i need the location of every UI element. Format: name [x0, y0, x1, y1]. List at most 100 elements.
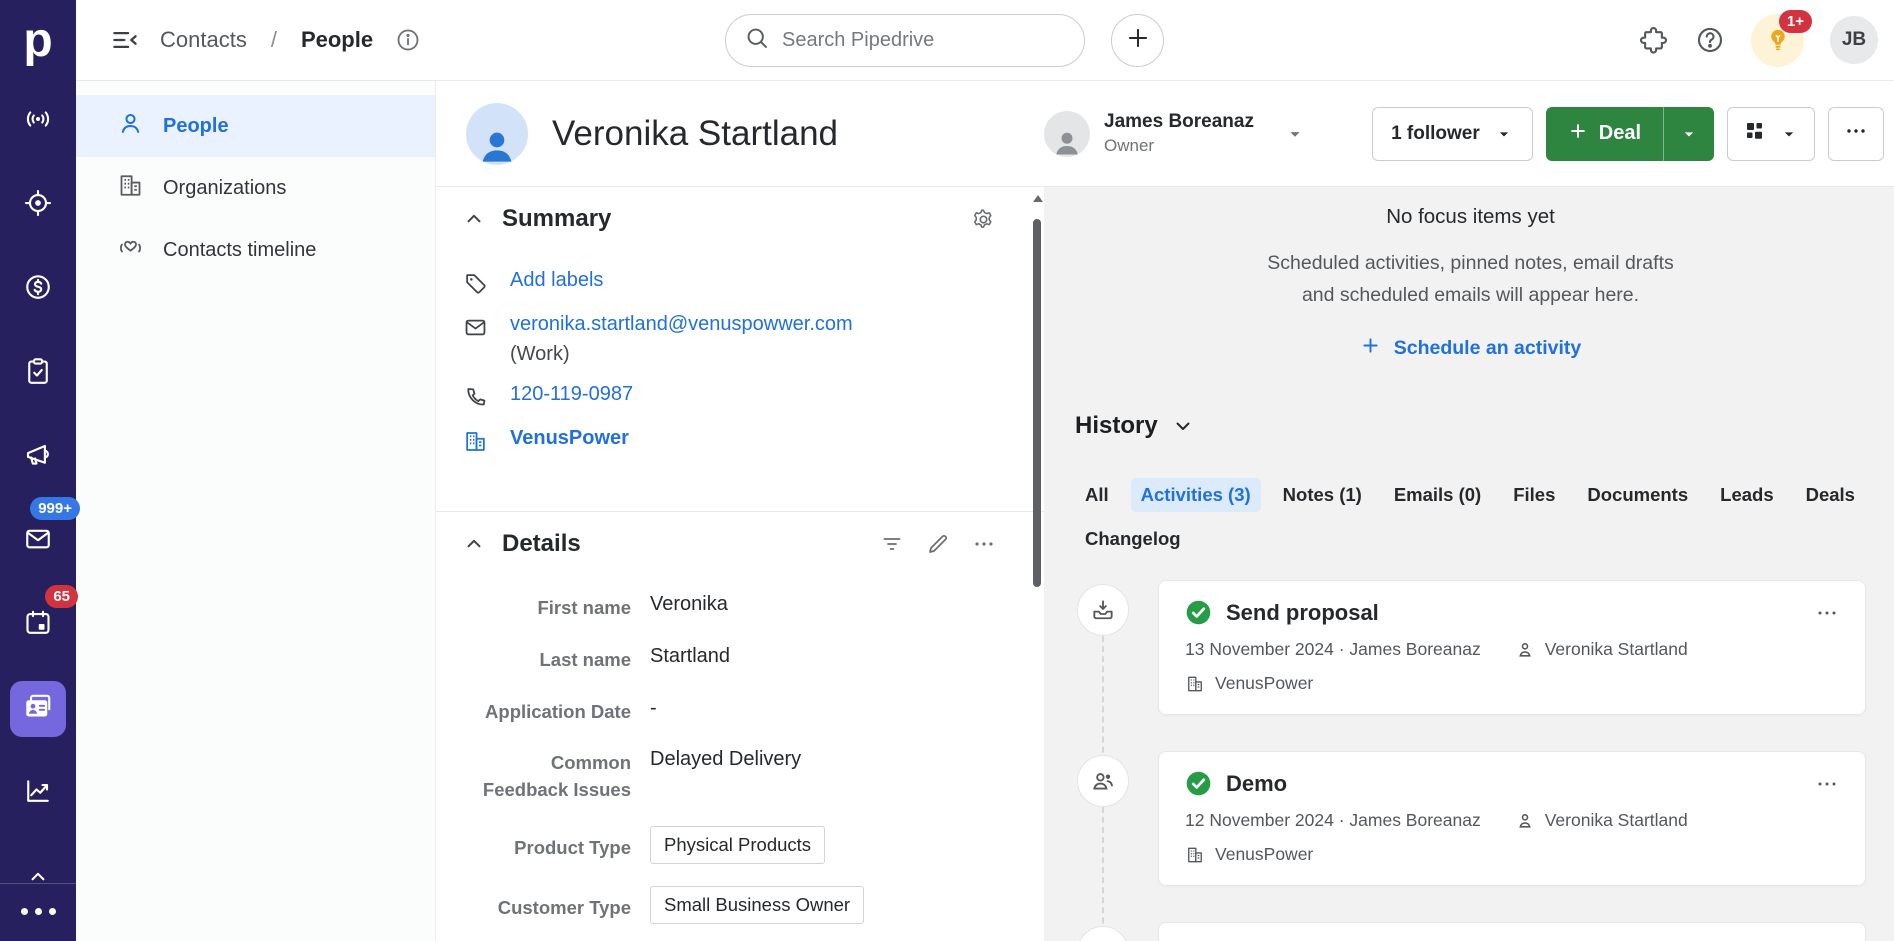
rail-collapse-up-icon[interactable]	[25, 863, 51, 881]
followers-label: 1 follower	[1391, 123, 1480, 145]
info-icon[interactable]	[395, 27, 421, 53]
activity-card[interactable]: Send proposal 13 November 2024 · James B…	[1158, 580, 1866, 715]
focus-empty-title: No focus items yet	[1075, 205, 1866, 229]
tab-all[interactable]: All	[1075, 478, 1119, 512]
marketplace-puzzle-icon[interactable]	[1639, 25, 1669, 55]
labels-row: Add labels	[463, 269, 996, 296]
card-more-icon[interactable]	[1815, 601, 1839, 625]
followers-button[interactable]: 1 follower	[1372, 107, 1533, 161]
ellipsis-icon[interactable]	[972, 532, 996, 556]
done-check-icon[interactable]	[1185, 770, 1212, 797]
quick-add-button[interactable]	[1111, 14, 1164, 67]
megaphone-icon	[23, 440, 53, 475]
tab-notes[interactable]: Notes (1)	[1273, 478, 1372, 512]
schedule-activity-link[interactable]: Schedule an activity	[1360, 335, 1582, 362]
rail-item-mail[interactable]: 999+	[10, 513, 66, 569]
rail-item-activities[interactable]	[10, 345, 66, 401]
card-more-icon[interactable]	[1815, 772, 1839, 796]
rail-item-forecast[interactable]	[10, 261, 66, 317]
pencil-icon[interactable]	[926, 532, 950, 556]
chevron-down-icon	[1284, 123, 1306, 145]
owner-selector[interactable]: James Boreanaz Owner	[1044, 111, 1306, 157]
organization-link[interactable]: VenusPower	[510, 427, 629, 450]
breadcrumb-page[interactable]: People	[301, 27, 373, 53]
rail-more-icon[interactable]	[21, 884, 56, 941]
header-more-button[interactable]	[1828, 107, 1884, 161]
add-labels-link[interactable]: Add labels	[510, 269, 603, 292]
deal-label: Deal	[1599, 122, 1641, 145]
detail-pane-scrollbar[interactable]	[1030, 187, 1044, 941]
activity-person[interactable]: Veronika Startland	[1545, 810, 1688, 831]
field-label: First name	[463, 592, 631, 622]
history-section-toggle[interactable]: History	[1075, 412, 1866, 440]
field-value-chip[interactable]: Physical Products	[650, 826, 825, 864]
activity-person[interactable]: Veronika Startland	[1545, 639, 1688, 660]
plus-icon	[1125, 25, 1151, 56]
collapse-section-icon[interactable]	[463, 533, 485, 555]
activity-organization[interactable]: VenusPower	[1215, 844, 1313, 865]
collapse-sidebar-icon[interactable]	[110, 25, 140, 55]
tab-documents[interactable]: Documents	[1577, 478, 1698, 512]
plus-icon	[1360, 335, 1381, 362]
activity-card[interactable]: First contact	[1158, 922, 1866, 941]
rail-item-calendar[interactable]: 65	[10, 597, 66, 653]
done-check-icon[interactable]	[1185, 599, 1212, 626]
person-icon	[1515, 811, 1535, 831]
history-title: History	[1075, 412, 1158, 440]
sidebar-item-people[interactable]: People	[76, 95, 435, 157]
chevron-down-icon	[1779, 124, 1799, 144]
search-input[interactable]	[782, 29, 1066, 52]
tab-emails[interactable]: Emails (0)	[1384, 478, 1491, 512]
details-title: Details	[502, 530, 581, 558]
rail-item-insights[interactable]	[10, 765, 66, 821]
field-value[interactable]: Veronika	[650, 592, 728, 616]
field-value[interactable]: -	[650, 696, 657, 720]
scrollbar-thumb[interactable]	[1033, 219, 1041, 587]
tab-activities[interactable]: Activities (3)	[1131, 478, 1261, 512]
help-icon[interactable]	[1695, 25, 1725, 55]
rail-item-deals[interactable]	[10, 177, 66, 233]
sidebar-item-organizations[interactable]: Organizations	[76, 157, 435, 219]
activity-organization[interactable]: VenusPower	[1215, 673, 1313, 694]
deal-dropdown-button[interactable]	[1664, 107, 1714, 161]
suggestions-bulb-icon[interactable]: 1+	[1751, 14, 1804, 67]
activity-card[interactable]: Demo 12 November 2024 · James Boreanaz V…	[1158, 751, 1866, 886]
field-row: First name Veronika	[463, 592, 996, 622]
history-timeline: Send proposal 13 November 2024 · James B…	[1075, 580, 1866, 941]
add-deal-button[interactable]: Deal	[1546, 107, 1714, 161]
tab-changelog[interactable]: Changelog	[1075, 522, 1191, 556]
activity-item: Send proposal 13 November 2024 · James B…	[1158, 580, 1866, 715]
rail-item-campaigns[interactable]	[10, 429, 66, 485]
mail-badge: 999+	[30, 497, 80, 520]
global-search[interactable]	[725, 14, 1085, 67]
phone-link[interactable]: 120-119-0987	[510, 383, 633, 406]
layout-view-button[interactable]	[1727, 107, 1815, 161]
field-label: Customer Type	[463, 886, 631, 922]
rail-item-leads[interactable]	[10, 93, 66, 149]
field-value[interactable]: Startland	[650, 644, 730, 668]
tab-leads[interactable]: Leads	[1710, 478, 1783, 512]
collapse-section-icon[interactable]	[463, 208, 485, 230]
person-name: Veronika Startland	[552, 114, 838, 154]
scroll-up-arrow[interactable]	[1033, 195, 1043, 202]
field-value-chip[interactable]: Small Business Owner	[650, 886, 864, 924]
field-row: Last name Startland	[463, 644, 996, 674]
breadcrumb-separator: /	[271, 27, 277, 53]
rail-item-contacts[interactable]	[10, 681, 66, 737]
search-icon	[744, 25, 770, 56]
filter-icon[interactable]	[880, 532, 904, 556]
owner-avatar	[1044, 111, 1090, 157]
breadcrumb-section[interactable]: Contacts	[160, 27, 247, 53]
activity-title: Demo	[1226, 771, 1287, 797]
tab-deals[interactable]: Deals	[1796, 478, 1865, 512]
gear-icon[interactable]	[971, 207, 996, 232]
field-label: Common Feedback Issues	[463, 747, 631, 804]
user-avatar[interactable]: JB	[1830, 16, 1878, 64]
calendar-badge: 65	[45, 585, 78, 608]
field-value[interactable]: Delayed Delivery	[650, 747, 801, 771]
email-link[interactable]: veronika.startland@venuspowwer.com	[510, 313, 853, 335]
tab-files[interactable]: Files	[1503, 478, 1565, 512]
app-window: p 999+ 65	[0, 0, 1894, 941]
sidebar-item-contacts-timeline[interactable]: Contacts timeline	[76, 219, 435, 281]
dollar-circle-icon	[23, 272, 53, 307]
